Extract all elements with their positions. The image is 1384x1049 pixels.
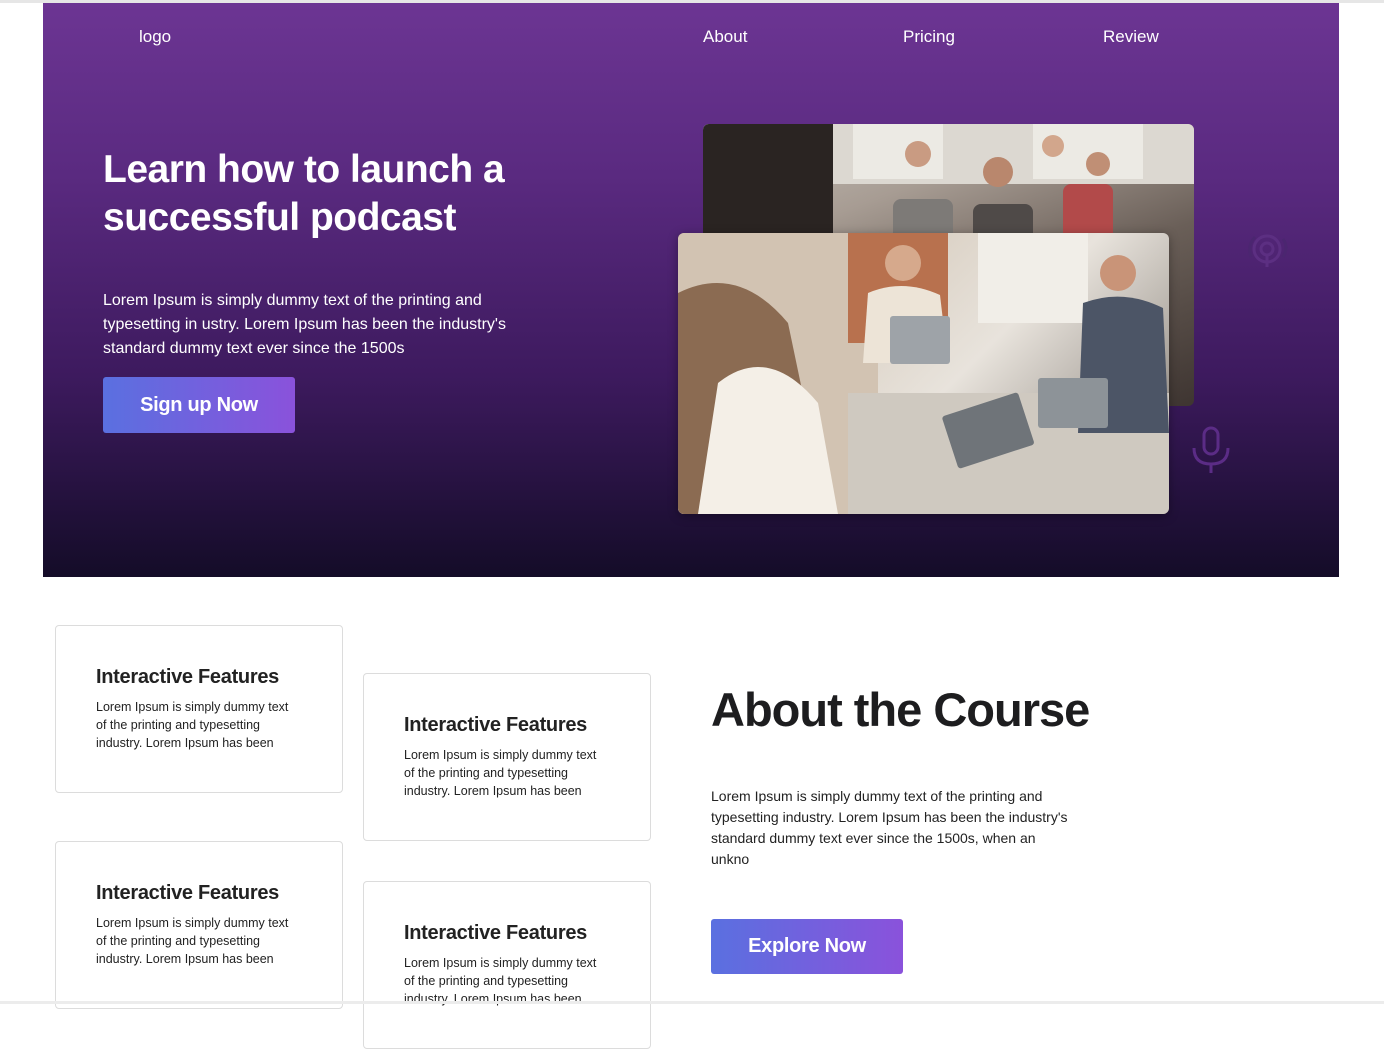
podcast-icon (1248, 234, 1288, 267)
about-title: About the Course (711, 683, 1090, 736)
about-description: Lorem Ipsum is simply dummy text of the … (711, 788, 1068, 867)
hero-title: Learn how to launch a successful podcast (103, 148, 505, 239)
microphone-icon (1192, 426, 1230, 473)
hero-section: logo About Pricing Review Learn how to l… (43, 3, 1339, 577)
feature-card-text: Lorem Ipsum is simply dummy text of the … (96, 700, 289, 750)
hero-description: Lorem Ipsum is simply dummy text of the … (103, 292, 506, 357)
feature-card-text: Lorem Ipsum is simply dummy text of the … (96, 916, 289, 966)
feature-card: Interactive Features Lorem Ipsum is simp… (363, 673, 651, 841)
feature-card-title: Interactive Features (404, 714, 587, 736)
logo[interactable]: logo (139, 27, 171, 47)
hero-photo-meeting (678, 233, 1169, 514)
sign-up-button[interactable]: Sign up Now (103, 377, 295, 433)
feature-card-title: Interactive Features (404, 922, 587, 944)
explore-button[interactable]: Explore Now (711, 919, 903, 974)
feature-card-text: Lorem Ipsum is simply dummy text of the … (404, 748, 597, 798)
feature-card: Interactive Features Lorem Ipsum is simp… (55, 841, 343, 1009)
feature-card-text: Lorem Ipsum is simply dummy text of the … (404, 956, 597, 1006)
feature-card-title: Interactive Features (96, 882, 279, 904)
meeting-illustration (678, 233, 1169, 514)
nav-link-about[interactable]: About (703, 27, 747, 47)
nav-link-review[interactable]: Review (1103, 27, 1159, 47)
feature-card-title: Interactive Features (96, 666, 279, 688)
feature-card: Interactive Features Lorem Ipsum is simp… (55, 625, 343, 793)
feature-card: Interactive Features Lorem Ipsum is simp… (363, 881, 651, 1049)
nav-link-pricing[interactable]: Pricing (903, 27, 955, 47)
